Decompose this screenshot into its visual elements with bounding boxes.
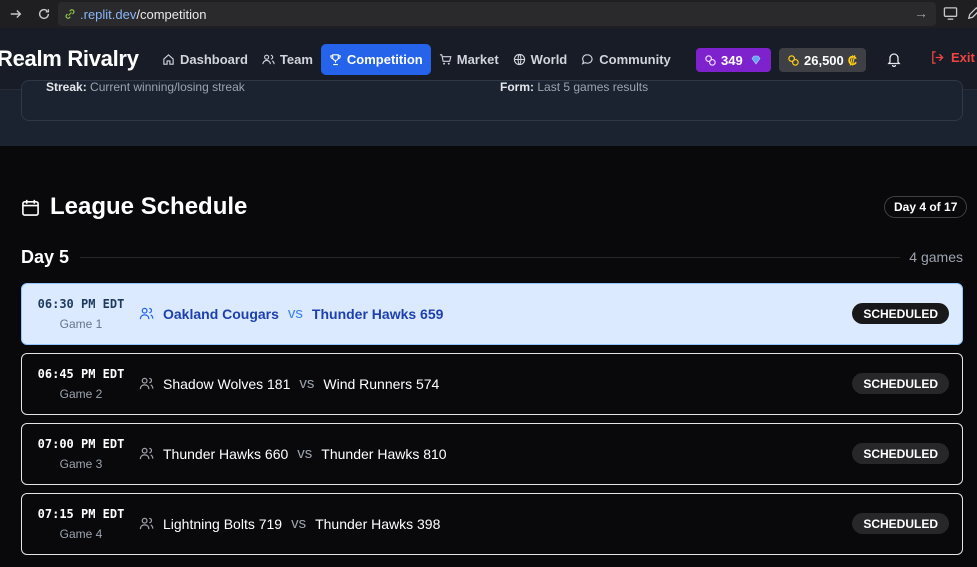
nav-team-label: Team (279, 52, 313, 67)
stat-streak-label: Streak: (46, 80, 87, 94)
nav-world[interactable]: World (507, 44, 574, 75)
main-nav: Dashboard Team Competition Market World … (156, 44, 677, 75)
game-number: Game 4 (59, 527, 103, 541)
cart-icon (439, 54, 452, 65)
game-number: Game 2 (59, 387, 103, 401)
exit-button[interactable]: Exit (930, 50, 975, 65)
nav-world-label: World (530, 52, 568, 67)
stat-streak: Streak: Current winning/losing streak (46, 80, 245, 94)
url-path: /competition (136, 6, 207, 22)
game-number: Game 1 (59, 317, 103, 331)
game-time: 07:00 PM EDT (37, 437, 125, 451)
away-team[interactable]: Thunder Hawks 810 (321, 446, 446, 462)
diamond-icon (751, 55, 761, 65)
versus-label: vs (291, 515, 307, 532)
home-team[interactable]: Shadow Wolves 181 (163, 376, 290, 392)
gems-count: 349 (721, 52, 743, 68)
game-row[interactable]: 07:00 PM EDT Game 3 Thunder Hawks 660 vs… (21, 423, 963, 485)
home-team[interactable]: Lightning Bolts 719 (163, 516, 282, 532)
reload-icon[interactable] (34, 4, 54, 24)
chat-icon (581, 54, 593, 65)
address-bar[interactable]: .replit.dev/competition → (58, 2, 936, 26)
nav-market-label: Market (456, 52, 499, 67)
versus-label: vs (287, 305, 303, 322)
game-matchup: Lightning Bolts 719 vs Thunder Hawks 398 (139, 515, 440, 532)
game-matchup: Shadow Wolves 181 vs Wind Runners 574 (139, 375, 439, 392)
stat-streak-text: Current winning/losing streak (90, 80, 245, 94)
schedule-title-text: League Schedule (50, 193, 248, 220)
home-team[interactable]: Thunder Hawks 660 (163, 446, 288, 462)
away-team[interactable]: Wind Runners 574 (323, 376, 439, 392)
game-row[interactable]: 06:45 PM EDT Game 2 Shadow Wolves 181 vs… (21, 353, 963, 415)
status-badge: SCHEDULED (852, 373, 949, 394)
back-arrow-icon[interactable] (6, 4, 26, 24)
status-badge: SCHEDULED (852, 513, 949, 534)
nav-dashboard[interactable]: Dashboard (156, 44, 254, 75)
versus-label: vs (297, 445, 313, 462)
nav-market[interactable]: Market (433, 44, 505, 75)
coins-count: 26,500 (804, 52, 844, 68)
away-team[interactable]: Thunder Hawks 659 (312, 306, 444, 322)
edit-pen-icon[interactable] (966, 6, 977, 26)
nav-community[interactable]: Community (575, 44, 677, 75)
game-time: 07:15 PM EDT (37, 507, 125, 521)
nav-dashboard-label: Dashboard (180, 52, 248, 67)
users-icon (139, 377, 154, 390)
away-team[interactable]: Thunder Hawks 398 (315, 516, 440, 532)
stats-legend-card: Streak: Current winning/losing streak Fo… (21, 80, 963, 121)
home-team[interactable]: Oakland Cougars (163, 306, 279, 322)
game-time: 06:30 PM EDT (37, 297, 125, 311)
day-header: Day 5 4 games (21, 246, 963, 268)
exit-label: Exit (951, 50, 975, 65)
brand-logo-text[interactable]: Realm Rivalry (0, 46, 139, 72)
coins-icon (788, 54, 799, 66)
stat-form-label: Form: (500, 80, 534, 94)
bell-icon[interactable] (886, 51, 902, 67)
users-icon (139, 517, 154, 530)
schedule-title: League Schedule (21, 193, 247, 221)
day-divider (80, 256, 901, 258)
day-progress-badge: Day 4 of 17 (884, 196, 968, 218)
nav-community-label: Community (599, 52, 671, 67)
status-badge: SCHEDULED (852, 303, 949, 324)
users-icon (262, 54, 275, 65)
stat-form: Form: Last 5 games results (500, 80, 648, 94)
users-icon (139, 447, 154, 460)
versus-label: vs (299, 375, 315, 392)
url-host: .replit.dev (80, 6, 137, 22)
calendar-icon (22, 199, 39, 216)
stat-form-text: Last 5 games results (537, 80, 649, 94)
nav-competition-label: Competition (346, 52, 423, 67)
game-row[interactable]: 06:30 PM EDT Game 1 Oakland Cougars vs T… (21, 283, 963, 345)
game-matchup: Thunder Hawks 660 vs Thunder Hawks 810 (139, 445, 447, 462)
coins-balance[interactable]: 26,500 ₡ (779, 48, 866, 72)
game-time: 06:45 PM EDT (37, 367, 125, 381)
coin-symbol: ₡ (847, 52, 858, 68)
site-info-icon[interactable] (64, 8, 76, 20)
day-label: Day 5 (21, 246, 70, 267)
nav-team[interactable]: Team (256, 44, 319, 75)
status-badge: SCHEDULED (852, 443, 949, 464)
league-schedule-panel: League Schedule Day 4 of 17 Day 5 4 game… (0, 171, 977, 567)
logout-icon (932, 51, 944, 64)
globe-icon (513, 53, 525, 66)
home-icon (163, 54, 174, 65)
stats-legend-section: Streak: Current winning/losing streak Fo… (0, 80, 977, 146)
screen-cast-icon[interactable] (943, 6, 958, 26)
browser-toolbar: .replit.dev/competition → (0, 0, 977, 28)
game-number: Game 3 (59, 457, 103, 471)
users-icon (139, 307, 154, 320)
go-arrow-icon[interactable]: → (914, 5, 928, 21)
nav-competition[interactable]: Competition (320, 44, 431, 75)
gems-icon (705, 54, 716, 66)
game-matchup: Oakland Cougars vs Thunder Hawks 659 (139, 305, 443, 322)
game-row[interactable]: 07:15 PM EDT Game 4 Lightning Bolts 719 … (21, 493, 963, 555)
day-game-count: 4 games (909, 249, 963, 265)
gems-balance[interactable]: 349 (696, 48, 771, 72)
trophy-icon (330, 54, 341, 66)
